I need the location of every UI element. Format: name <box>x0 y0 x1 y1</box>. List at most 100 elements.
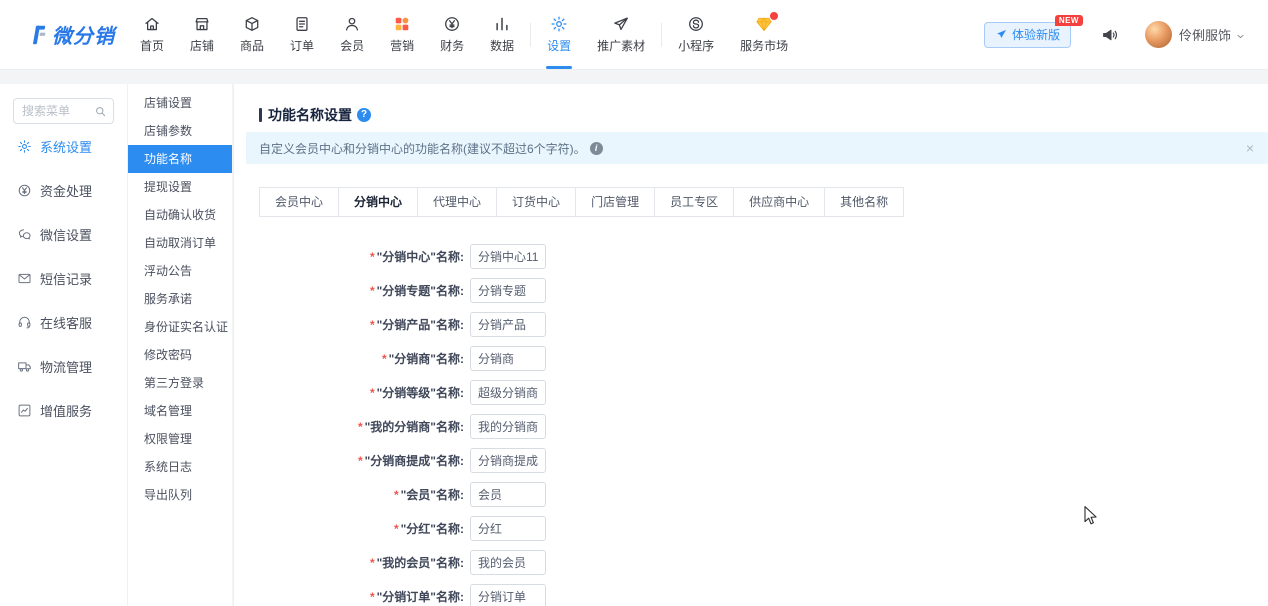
nav-label: 推广素材 <box>597 37 645 54</box>
notice-text: 自定义会员中心和分销中心的功能名称(建议不超过6个字符)。 <box>259 140 586 157</box>
topnav-item-home[interactable]: 首页 <box>127 0 177 69</box>
nav-label: 订单 <box>290 37 314 54</box>
announcement-speaker-icon[interactable] <box>1101 26 1119 44</box>
members-icon <box>343 15 361 33</box>
submenu-item-withdraw-settings[interactable]: 提现设置 <box>128 173 232 201</box>
try-new-version-button[interactable]: 体验新版 NEW <box>984 22 1071 48</box>
sidebar-secondary: 店铺设置 店铺参数 功能名称 提现设置 自动确认收货 自动取消订单 浮动公告 服… <box>127 84 232 606</box>
nav-label: 会员 <box>340 37 364 54</box>
headset-icon <box>17 315 32 330</box>
sidebar-item-wechat-settings[interactable]: 微信设置 <box>0 212 127 256</box>
form-row: *"分销中心"名称: <box>234 243 1268 270</box>
account-menu[interactable]: 伶俐服饰 <box>1145 21 1246 48</box>
submenu-item-function-names[interactable]: 功能名称 <box>128 145 232 173</box>
submenu-item-shop-params[interactable]: 店铺参数 <box>128 117 232 145</box>
sidebar-item-online-service[interactable]: 在线客服 <box>0 300 127 344</box>
nav-label: 小程序 <box>678 37 714 54</box>
promo-icon <box>612 15 630 33</box>
distributor-commission-name-input[interactable] <box>470 448 546 473</box>
submenu-item-third-party-login[interactable]: 第三方登录 <box>128 369 232 397</box>
orders-icon <box>293 15 311 33</box>
field-label: *"会员"名称: <box>234 486 464 503</box>
my-distributor-name-input[interactable] <box>470 414 546 439</box>
required-mark: * <box>358 420 363 434</box>
tab-distribution-center[interactable]: 分销中心 <box>338 187 418 217</box>
sidebar-item-value-added[interactable]: 增值服务 <box>0 388 127 432</box>
distributor-name-input[interactable] <box>470 346 546 371</box>
field-label: *"分销商提成"名称: <box>234 452 464 469</box>
page-title: 功能名称设置 <box>268 105 352 125</box>
sidebar-item-logistics[interactable]: 物流管理 <box>0 344 127 388</box>
topnav-item-goods[interactable]: 商品 <box>227 0 277 69</box>
tab-store-management[interactable]: 门店管理 <box>575 187 655 217</box>
my-member-name-input[interactable] <box>470 550 546 575</box>
topnav-item-service-market[interactable]: 服务市场 <box>727 0 801 69</box>
topnav-item-settings[interactable]: 设置 <box>534 0 584 69</box>
topnav-item-mini-program[interactable]: 小程序 <box>665 0 727 69</box>
logo-icon <box>26 23 50 47</box>
mail-icon <box>17 271 32 286</box>
info-icon[interactable]: i <box>590 142 603 155</box>
distribution-order-name-input[interactable] <box>470 584 546 606</box>
tab-agent-center[interactable]: 代理中心 <box>417 187 497 217</box>
close-icon[interactable]: × <box>1246 140 1254 156</box>
submenu-item-shop-settings[interactable]: 店铺设置 <box>128 89 232 117</box>
topnav-item-marketing[interactable]: 营销 <box>377 0 427 69</box>
submenu-item-auto-confirm-receipt[interactable]: 自动确认收货 <box>128 201 232 229</box>
submenu-item-permission-management[interactable]: 权限管理 <box>128 425 232 453</box>
field-label-text: "我的分销商"名称: <box>365 420 464 434</box>
goods-icon <box>243 15 261 33</box>
sidebar-item-sms-records[interactable]: 短信记录 <box>0 256 127 300</box>
app-logo[interactable]: 微分销 <box>26 20 115 49</box>
search-icon <box>94 105 107 118</box>
submenu-item-export-queue[interactable]: 导出队列 <box>128 481 232 509</box>
help-icon[interactable]: ? <box>357 108 371 122</box>
tab-other-names[interactable]: 其他名称 <box>824 187 904 217</box>
tab-supplier-center[interactable]: 供应商中心 <box>733 187 825 217</box>
sidebar-primary: 系统设置 资金处理 微信设置 短信记录 在线客服 物流管理 <box>0 84 127 606</box>
sidebar-item-label: 增值服务 <box>40 401 92 420</box>
distribution-level-name-input[interactable] <box>470 380 546 405</box>
app-window: 微分销 首页 店铺 商品 订单 会员 <box>0 0 1268 606</box>
submenu-item-domain-management[interactable]: 域名管理 <box>128 397 232 425</box>
topnav-item-promo-materials[interactable]: 推广素材 <box>584 0 658 69</box>
center-tabs: 会员中心 分销中心 代理中心 订货中心 门店管理 员工专区 供应商中心 其他名称 <box>259 187 1268 217</box>
required-mark: * <box>394 488 399 502</box>
dividend-name-input[interactable] <box>470 516 546 541</box>
sidebar-item-funds[interactable]: 资金处理 <box>0 168 127 212</box>
required-mark: * <box>358 454 363 468</box>
gear-icon <box>17 139 32 154</box>
nav-label: 数据 <box>490 37 514 54</box>
service-market-icon <box>755 15 773 33</box>
submenu-item-service-promise[interactable]: 服务承诺 <box>128 285 232 313</box>
submenu-item-change-password[interactable]: 修改密码 <box>128 341 232 369</box>
submenu-item-system-logs[interactable]: 系统日志 <box>128 453 232 481</box>
sidebar-item-system-settings[interactable]: 系统设置 <box>0 124 127 168</box>
chart-icon <box>17 403 32 418</box>
new-badge: NEW <box>1055 15 1083 26</box>
distribution-product-name-input[interactable] <box>470 312 546 337</box>
account-name: 伶俐服饰 <box>1179 25 1231 44</box>
tab-order-center[interactable]: 订货中心 <box>496 187 576 217</box>
tab-staff-zone[interactable]: 员工专区 <box>654 187 734 217</box>
member-name-input[interactable] <box>470 482 546 507</box>
distribution-center-name-input[interactable] <box>470 244 546 269</box>
distribution-topic-name-input[interactable] <box>470 278 546 303</box>
nav-label: 财务 <box>440 37 464 54</box>
form-row: *"分销商"名称: <box>234 345 1268 372</box>
submenu-item-id-verification[interactable]: 身份证实名认证 <box>128 313 232 341</box>
topnav-item-members[interactable]: 会员 <box>327 0 377 69</box>
page-title-row: 功能名称设置 ? <box>259 105 1268 125</box>
topnav-item-orders[interactable]: 订单 <box>277 0 327 69</box>
submenu-item-auto-cancel-order[interactable]: 自动取消订单 <box>128 229 232 257</box>
tab-member-center[interactable]: 会员中心 <box>259 187 339 217</box>
avatar <box>1145 21 1172 48</box>
shop-icon <box>193 15 211 33</box>
field-label-text: "我的会员"名称: <box>377 556 464 570</box>
topnav-item-data[interactable]: 数据 <box>477 0 527 69</box>
form-row: *"我的会员"名称: <box>234 549 1268 576</box>
topnav-item-shop[interactable]: 店铺 <box>177 0 227 69</box>
topnav-item-finance[interactable]: 财务 <box>427 0 477 69</box>
submenu-item-floating-notice[interactable]: 浮动公告 <box>128 257 232 285</box>
required-mark: * <box>370 386 375 400</box>
